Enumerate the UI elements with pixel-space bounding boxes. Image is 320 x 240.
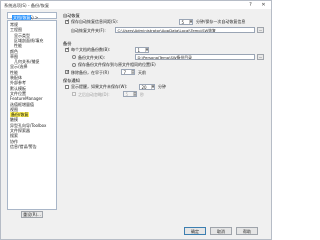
spinner-arrows-icon[interactable]: ▲ ▼ bbox=[189, 19, 192, 24]
auto-dismiss-value: 5 bbox=[125, 92, 129, 97]
backup-copies-value: 1 bbox=[137, 47, 141, 53]
options-dialog: 系统选项(S) - 备份/恢复 ? ✕ 系统选项(S) > 文档/恢复 常规 工… bbox=[0, 0, 272, 240]
window-title: 系统选项(S) - 备份/恢复 bbox=[4, 2, 50, 8]
autorecover-label: 保存自动恢复信息间距(S): bbox=[71, 19, 119, 25]
remove-backup-checkbox[interactable] bbox=[65, 70, 70, 75]
tree-item-colors[interactable]: 颜色 bbox=[10, 49, 18, 54]
auto-dismiss-spinner[interactable]: 5 ▲ ▼ bbox=[123, 91, 137, 97]
tree-item-display-selection[interactable]: 显示/选择 bbox=[10, 64, 27, 69]
spinner-arrows-icon[interactable]: ▲ ▼ bbox=[151, 84, 154, 89]
tree-item-file-locations[interactable]: 文件位置 bbox=[10, 91, 26, 96]
remove-backup-days-spinner[interactable]: 7 ▲ ▼ bbox=[121, 69, 135, 75]
save-reminder-value: 20 bbox=[141, 84, 147, 90]
autorecover-checkbox[interactable] bbox=[65, 19, 70, 24]
backup-folder-radio[interactable] bbox=[72, 55, 76, 59]
help-button[interactable]: 帮助 bbox=[236, 227, 258, 235]
backup-copies-checkbox[interactable] bbox=[65, 47, 70, 52]
remove-backup-label: 移除备份，在早于(R) bbox=[71, 69, 109, 75]
save-reminder-checkbox[interactable] bbox=[65, 84, 69, 89]
tree-item-drawings[interactable]: 工程图 bbox=[10, 27, 22, 32]
auto-dismiss-label: 之后自动忽略(D): bbox=[78, 91, 110, 97]
tree-item-external-references[interactable]: 外部参考 bbox=[10, 80, 26, 85]
tree-item-collaboration[interactable]: 协作 bbox=[10, 139, 18, 144]
tree-item-display-style[interactable]: 显示类型 bbox=[14, 33, 30, 38]
autorecover-interval-unit: 分钟/保存一次自动恢复信息 bbox=[196, 19, 246, 25]
reset-button[interactable]: 重设(R)... bbox=[21, 211, 43, 218]
auto-dismiss-checkbox[interactable] bbox=[72, 92, 76, 96]
autorecover-folder-label: 自动恢复文件夹(F): bbox=[71, 27, 106, 33]
spinner-arrows-icon[interactable]: ▲ ▼ bbox=[133, 92, 136, 96]
tree-item-touch[interactable]: 触摸 bbox=[10, 117, 18, 122]
tree-item-featuremanager[interactable]: FeatureManager bbox=[10, 96, 43, 101]
autorecover-interval-spinner[interactable]: 5 ▲ ▼ bbox=[179, 18, 193, 25]
tree-item-drawing-performance[interactable]: 性能 bbox=[14, 43, 22, 48]
tree-item-messages-errors-warnings[interactable]: 信息/错误/警告 bbox=[10, 144, 37, 149]
backup-same-folder-label: 保存备份文件保存到与原文件相同的位置(E) bbox=[78, 62, 156, 68]
tree-item-hole-wizard-toolbox[interactable]: 异型孔向导/Toolbox bbox=[10, 123, 46, 128]
save-reminder-unit: 分钟 bbox=[158, 84, 166, 90]
ok-button[interactable]: 确定 bbox=[184, 227, 206, 235]
save-reminder-label: 显示提醒，如果文件未保存(W): bbox=[71, 84, 128, 90]
help-icon[interactable]: ? bbox=[245, 1, 256, 9]
autorecover-browse-button[interactable]: ... bbox=[257, 26, 264, 33]
save-reminder-spinner[interactable]: 20 ▲ ▼ bbox=[139, 83, 155, 90]
spinner-arrows-icon[interactable]: ▲ ▼ bbox=[145, 47, 148, 52]
tree-item-spin-box-increments[interactable]: 选值框增量值 bbox=[10, 102, 34, 107]
settings-panel: 自动恢复 保存自动恢复信息间距(S): 5 ▲▼ 分钟/保存一次自动恢复信息 自… bbox=[61, 12, 267, 220]
close-icon[interactable]: ✕ bbox=[258, 1, 269, 9]
spinner-arrows-icon[interactable]: ▲ ▼ bbox=[131, 70, 134, 74]
remove-backup-days-value: 7 bbox=[123, 70, 127, 75]
remove-backup-unit: 天前 bbox=[138, 69, 146, 75]
backup-copies-label: 每个文档的备份数(B): bbox=[71, 47, 111, 53]
tree-item-performance[interactable]: 性能 bbox=[10, 70, 18, 75]
backup-folder-label: 备份文件夹(K): bbox=[78, 54, 106, 60]
tree-item-default-templates[interactable]: 默认模板 bbox=[10, 86, 26, 91]
options-search-input[interactable]: 系统选项(S) > 文档/恢复 bbox=[7, 12, 57, 22]
backup-copies-spinner[interactable]: 1 ▲ ▼ bbox=[135, 46, 149, 53]
backup-folder-field[interactable]: D:\PersonalTemp\SW备份目录 bbox=[135, 54, 255, 60]
autorecover-interval-value: 5 bbox=[181, 19, 185, 25]
backup-same-folder-radio[interactable] bbox=[72, 62, 76, 67]
tree-item-search[interactable]: 搜索 bbox=[10, 133, 18, 138]
backup-browse-button[interactable]: ... bbox=[257, 54, 264, 60]
title-bar: 系统选项(S) - 备份/恢复 ? ✕ bbox=[1, 1, 271, 9]
autorecover-folder-field[interactable]: C:\Users\Administrator\AppData\Local\Tem… bbox=[115, 26, 255, 33]
options-tree[interactable]: 常规 工程图 显示类型 区域剖面线/填充 性能 颜色 草图 几何关系/捕捉 显示… bbox=[7, 20, 57, 210]
auto-dismiss-unit: 秒 bbox=[140, 91, 144, 97]
cancel-button[interactable]: 取消 bbox=[210, 227, 232, 235]
